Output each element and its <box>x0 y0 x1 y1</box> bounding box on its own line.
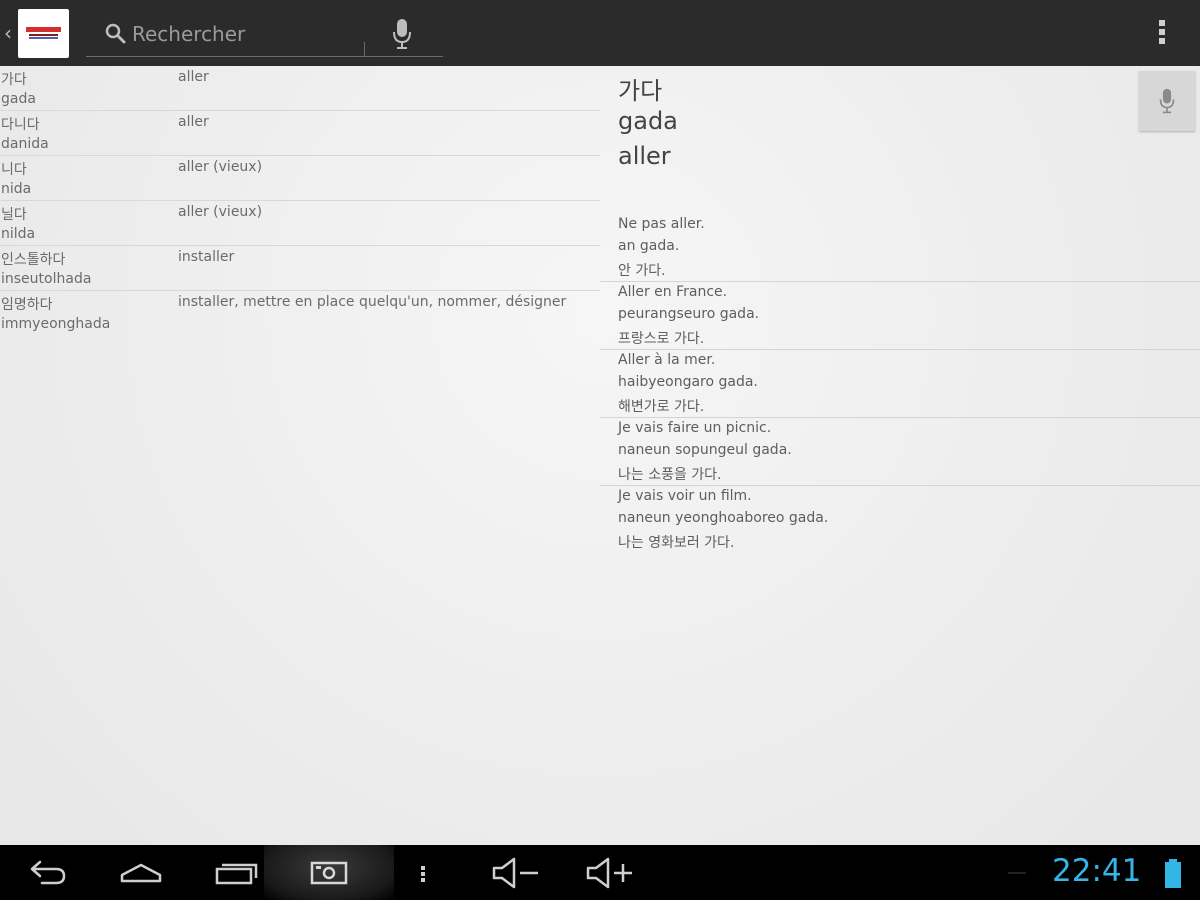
search-divider <box>364 42 365 56</box>
word-romanization: inseutolhada <box>1 271 92 287</box>
example-item[interactable]: Aller à la mer. haibyeongaro gada. 해변가로 … <box>600 350 1200 418</box>
word-french: aller (vieux) <box>178 159 263 175</box>
example-korean: 나는 영화보러 가다. <box>618 535 735 551</box>
action-bar: ‹ Rechercher <box>0 0 1200 66</box>
magnifier-icon <box>105 23 126 44</box>
word-romanization: danida <box>1 136 49 152</box>
example-romanization: an gada. <box>618 238 680 254</box>
example-item[interactable]: Je vais voir un film. naneun yeonghoabor… <box>600 486 1200 554</box>
list-item[interactable]: 닐다 nilda aller (vieux) <box>0 201 600 246</box>
nav-menu-icon[interactable] <box>415 855 431 891</box>
word-romanization: nilda <box>1 226 36 242</box>
pronounce-button[interactable] <box>1139 71 1195 131</box>
overflow-menu-icon[interactable] <box>1152 18 1172 48</box>
list-item[interactable]: 인스톨하다 inseutolhada installer <box>0 246 600 291</box>
search-placeholder: Rechercher <box>132 22 246 46</box>
detail-french: aller <box>618 142 671 170</box>
example-romanization: haibyeongaro gada. <box>618 374 758 390</box>
example-french: Je vais faire un picnic. <box>618 420 772 436</box>
home-icon[interactable] <box>118 855 164 891</box>
system-nav-bar: 22:41 <box>0 845 1200 900</box>
word-french: installer, mettre en place quelqu'un, no… <box>178 294 567 310</box>
screenshot-button[interactable] <box>264 845 394 900</box>
status-divider <box>1008 872 1026 874</box>
clock[interactable]: 22:41 <box>1052 853 1141 889</box>
app-logo[interactable] <box>18 9 69 58</box>
word-list: 가다 gada aller 다니다 danida aller 니다 nida a… <box>0 66 600 336</box>
up-caret-icon[interactable]: ‹ <box>4 22 14 44</box>
microphone-icon <box>1159 88 1175 114</box>
example-item[interactable]: Ne pas aller. an gada. 안 가다. <box>600 214 1200 282</box>
example-item[interactable]: Aller en France. peurangseuro gada. 프랑스로… <box>600 282 1200 350</box>
microphone-icon[interactable] <box>391 18 413 50</box>
volume-down-icon[interactable] <box>490 855 542 891</box>
example-korean: 나는 소풍을 가다. <box>618 467 722 483</box>
list-item[interactable]: 다니다 danida aller <box>0 111 600 156</box>
example-french: Aller en France. <box>618 284 728 300</box>
detail-romanization: gada <box>618 107 678 135</box>
word-romanization: nida <box>1 181 32 197</box>
search-field[interactable]: Rechercher <box>86 12 443 57</box>
example-item[interactable]: Je vais faire un picnic. naneun sopungeu… <box>600 418 1200 486</box>
word-korean: 인스톨하다 <box>1 252 66 268</box>
word-french: installer <box>178 249 235 265</box>
detail-korean: 가다 <box>618 77 663 105</box>
recent-apps-icon[interactable] <box>213 855 259 891</box>
example-korean: 안 가다. <box>618 263 666 279</box>
example-korean: 프랑스로 가다. <box>618 331 705 347</box>
word-korean: 닐다 <box>1 207 27 223</box>
example-french: Ne pas aller. <box>618 216 705 232</box>
logo-graphic <box>26 27 61 40</box>
example-romanization: naneun yeonghoaboreo gada. <box>618 510 829 526</box>
word-korean: 가다 <box>1 72 27 88</box>
example-romanization: naneun sopungeul gada. <box>618 442 792 458</box>
volume-up-icon[interactable] <box>584 855 636 891</box>
word-romanization: gada <box>1 91 36 107</box>
word-korean: 임명하다 <box>1 297 53 313</box>
word-french: aller (vieux) <box>178 204 263 220</box>
example-list: Ne pas aller. an gada. 안 가다. Aller en Fr… <box>600 214 1200 554</box>
word-korean: 다니다 <box>1 117 40 133</box>
word-french: aller <box>178 114 209 130</box>
word-korean: 니다 <box>1 162 27 178</box>
screenshot-icon <box>310 861 348 885</box>
word-romanization: immyeonghada <box>1 316 111 332</box>
list-item[interactable]: 가다 gada aller <box>0 66 600 111</box>
word-french: aller <box>178 69 209 85</box>
list-item[interactable]: 니다 nida aller (vieux) <box>0 156 600 201</box>
example-french: Je vais voir un film. <box>618 488 752 504</box>
example-french: Aller à la mer. <box>618 352 716 368</box>
battery-icon <box>1165 859 1181 888</box>
list-item[interactable]: 임명하다 immyeonghada installer, mettre en p… <box>0 291 600 336</box>
example-korean: 해변가로 가다. <box>618 399 705 415</box>
back-icon[interactable] <box>26 855 70 891</box>
example-romanization: peurangseuro gada. <box>618 306 760 322</box>
